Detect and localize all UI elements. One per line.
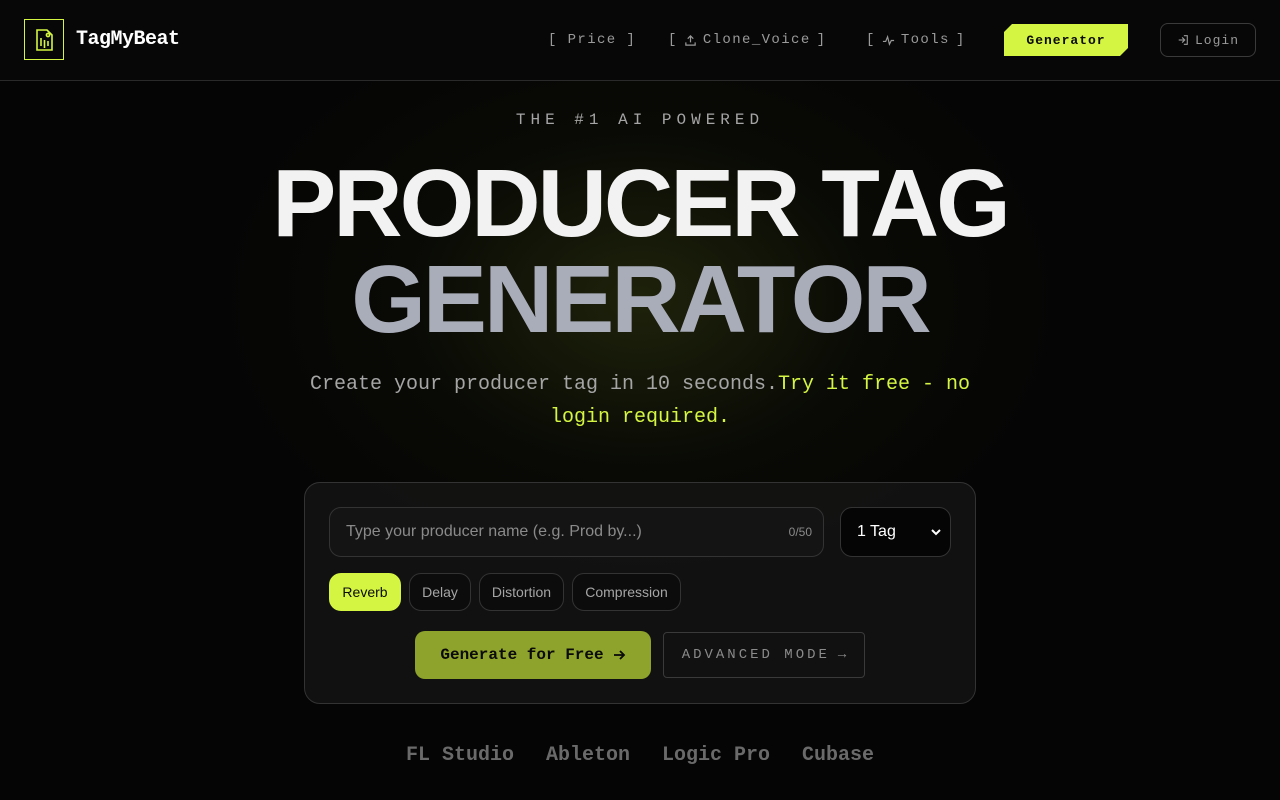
nav-clone-voice[interactable]: [ Clone_Voice ] — [668, 31, 826, 49]
daw-compat-list: FL Studio Ableton Logic Pro Cubase — [0, 744, 1280, 767]
bracket-open: [ — [668, 32, 678, 48]
char-counter: 0/50 — [788, 525, 812, 539]
subtitle-main: Create your producer tag in 10 seconds. — [309, 373, 779, 396]
effect-chip-reverb[interactable]: Reverb — [329, 573, 401, 611]
producer-name-input[interactable] — [330, 508, 770, 556]
pulse-icon — [882, 34, 894, 46]
arrow-right-icon — [613, 650, 625, 660]
arrow-right-icon: → — [837, 647, 847, 663]
login-label: Login — [1194, 32, 1239, 48]
generator-button[interactable]: Generator — [1004, 24, 1128, 56]
nav-tools-label: Tools — [900, 32, 950, 48]
hero-title-line2: GENERATOR — [351, 246, 932, 353]
advanced-mode-button[interactable]: ADVANCED MODE → — [663, 632, 865, 678]
bracket-open: [ — [866, 32, 876, 48]
chevron-down-icon — [931, 529, 941, 536]
tag-count-select[interactable]: 1 Tag — [840, 507, 951, 557]
nav-price[interactable]: [ Price ] — [548, 31, 636, 49]
nav-tools[interactable]: [ Tools ] — [866, 31, 966, 49]
logo-icon[interactable] — [24, 19, 64, 60]
advanced-label: ADVANCED MODE — [681, 647, 830, 663]
generate-button[interactable]: Generate for Free — [415, 631, 651, 679]
effect-chip-delay[interactable]: Delay — [409, 573, 471, 611]
brand-name[interactable]: TagMyBeat — [76, 28, 180, 51]
nav-clone-voice-label: Clone_Voice — [702, 32, 811, 48]
nav-price-label: [ Price ] — [548, 32, 637, 48]
hero-title-line1: PRODUCER TAG — [272, 150, 1011, 257]
hero-subtitle: Create your producer tag in 10 seconds.T… — [300, 368, 980, 434]
bracket-close: ] — [816, 32, 827, 48]
bracket-close: ] — [955, 32, 966, 48]
login-icon — [1178, 35, 1188, 45]
producer-name-field[interactable]: 0/50 — [329, 507, 824, 557]
daw-fl-studio: FL Studio — [405, 744, 514, 767]
login-button[interactable]: Login — [1160, 23, 1256, 57]
tag-count-value: 1 Tag — [857, 523, 896, 540]
daw-cubase: Cubase — [802, 744, 875, 767]
generator-card: 0/50 1 Tag Reverb Delay Distortion Compr… — [304, 482, 976, 704]
daw-logic-pro: Logic Pro — [662, 744, 771, 767]
upload-icon — [685, 34, 696, 46]
top-navbar: TagMyBeat [ Price ] [ Clone_Voice ] [ To… — [0, 0, 1280, 81]
hero-eyebrow: THE #1 AI POWERED — [515, 111, 765, 129]
effect-chip-compression[interactable]: Compression — [572, 573, 681, 611]
daw-ableton: Ableton — [545, 744, 630, 767]
generate-label: Generate for Free — [440, 646, 604, 664]
effect-chip-distortion[interactable]: Distortion — [479, 573, 564, 611]
